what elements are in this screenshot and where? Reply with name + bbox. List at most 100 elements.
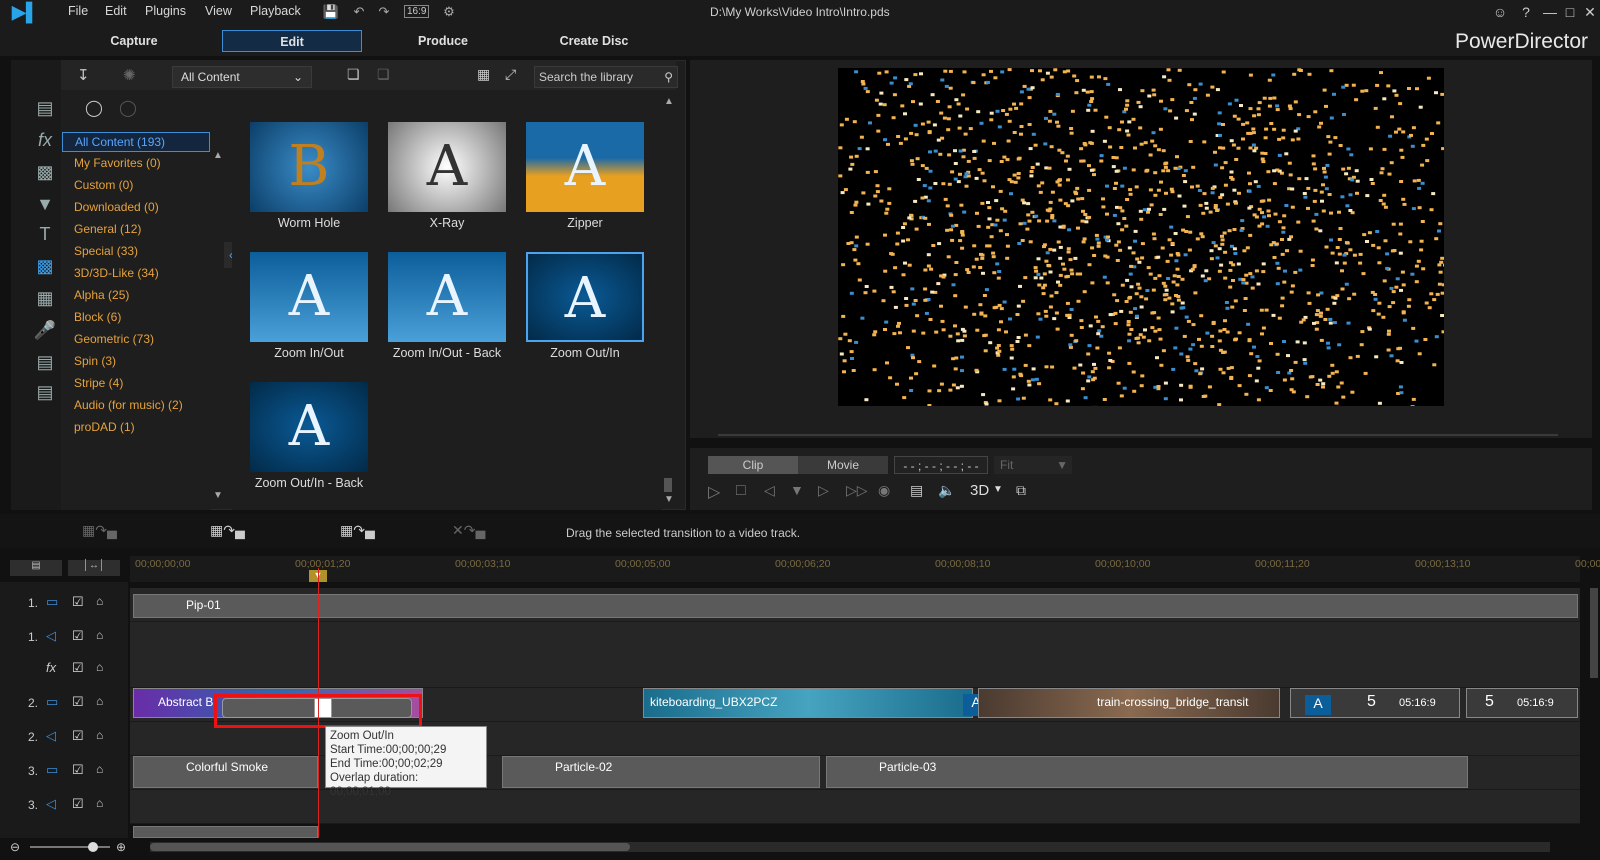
horizontal-scrollbar[interactable] <box>150 842 1550 852</box>
category-item[interactable]: Geometric (73) <box>62 330 210 350</box>
expand-icon[interactable]: ⤢ <box>505 66 516 83</box>
app-logo-icon[interactable]: ▶▌ <box>12 2 52 24</box>
menu-edit[interactable]: Edit <box>105 4 127 18</box>
stop-icon[interactable]: □ <box>736 482 746 500</box>
track4-clip[interactable] <box>133 826 318 838</box>
save-icon[interactable]: 💾 <box>322 4 340 20</box>
transition-thumbnail[interactable]: A <box>388 122 506 212</box>
maximize-icon[interactable]: □ <box>1560 4 1580 22</box>
transition-thumbnail[interactable]: A <box>526 252 644 342</box>
import-media-icon[interactable]: ↧ <box>77 66 90 84</box>
pip-room-icon[interactable]: ▩ <box>33 162 57 184</box>
split-icon[interactable]: ▼ <box>790 482 804 498</box>
transition-thumbnail[interactable]: A <box>250 382 368 472</box>
preview-seek-bar[interactable] <box>718 434 1558 436</box>
transition-thumbnail[interactable]: A <box>388 252 506 342</box>
video-preview[interactable] <box>838 68 1447 409</box>
category-item[interactable]: General (12) <box>62 220 210 240</box>
category-item[interactable]: My Favorites (0) <box>62 154 210 174</box>
minimize-icon[interactable]: — <box>1540 4 1560 22</box>
library-search-input[interactable]: Search the library ⚲ <box>534 66 678 88</box>
train-clip[interactable]: train-crossing_bridge_transit <box>978 688 1280 718</box>
voiceover-mic-icon[interactable]: 🎤 <box>33 320 57 342</box>
particle-03-clip[interactable]: Particle-03 <box>826 756 1468 788</box>
chevron-down-icon[interactable]: ▼ <box>993 484 1003 495</box>
category-item[interactable]: Spin (3) <box>62 352 210 372</box>
pip-clip[interactable]: Pip-01 <box>133 594 1578 618</box>
particle-02-clip[interactable]: Particle-02 <box>502 756 820 788</box>
tab-produce[interactable]: Produce <box>373 30 513 52</box>
apply-icon[interactable]: ❏ <box>377 66 390 83</box>
tag-remove-icon[interactable]: ◯ <box>119 98 137 118</box>
previous-frame-icon[interactable]: ◁ <box>764 482 775 499</box>
movie-mode-button[interactable]: Movie <box>798 456 888 474</box>
category-item[interactable]: All Content (193) <box>62 132 210 152</box>
media-room-icon[interactable]: ▤ <box>33 98 57 120</box>
tab-capture[interactable]: Capture <box>64 30 204 52</box>
zoom-in-icon[interactable]: ⊕ <box>116 840 126 854</box>
fast-forward-icon[interactable]: ▷▷ <box>846 482 868 499</box>
add-item-icon[interactable]: ❏ <box>347 66 360 83</box>
plugin-icon[interactable]: ✺ <box>123 66 136 84</box>
audio-mixing-icon[interactable]: ▦ <box>33 288 57 310</box>
fit-zoom-select[interactable]: Fit ▼ <box>994 456 1072 474</box>
tab-edit[interactable]: Edit <box>222 30 362 52</box>
track-enable-checkbox[interactable]: ☑ <box>72 660 84 676</box>
lock-icon[interactable]: ⌂ <box>96 796 103 810</box>
subtitle-icon[interactable]: ▤ <box>910 482 923 499</box>
modify-icon[interactable]: ▦↷▄ <box>82 522 117 539</box>
zoom-slider[interactable] <box>30 842 110 852</box>
fix-enhance-icon[interactable]: ▦↷▄ <box>340 522 375 539</box>
particle-room-icon[interactable]: ▼ <box>33 194 57 216</box>
category-item[interactable]: Custom (0) <box>62 176 210 196</box>
help-icon[interactable]: ? <box>1516 4 1536 22</box>
vertical-scrollbar[interactable] <box>1590 588 1598 678</box>
track-enable-checkbox[interactable]: ☑ <box>72 796 84 812</box>
menu-playback[interactable]: Playback <box>250 4 301 18</box>
tab-create-disc[interactable]: Create Disc <box>524 30 664 52</box>
fx-room-icon[interactable]: fx <box>33 130 57 152</box>
menu-file[interactable]: File <box>68 4 88 18</box>
grid-scrollbar[interactable]: ▲ ▼ <box>664 96 674 506</box>
track-enable-checkbox[interactable]: ☑ <box>72 694 84 710</box>
aspect-ratio-select[interactable]: 16:9 <box>404 5 430 18</box>
category-item[interactable]: Audio (for music) (2) <box>62 396 210 416</box>
lock-icon[interactable]: ⌂ <box>96 694 103 708</box>
lock-icon[interactable]: ⌂ <box>96 728 103 742</box>
category-item[interactable]: Downloaded (0) <box>62 198 210 218</box>
category-item[interactable]: Stripe (4) <box>62 374 210 394</box>
trim-icon[interactable]: ✕↷▄ <box>452 522 485 539</box>
timeline-track[interactable] <box>130 622 1580 656</box>
undo-icon[interactable]: ↶ <box>350 4 368 20</box>
transition-thumbnail[interactable]: A <box>250 252 368 342</box>
countdown-clip-2[interactable]: 5 05:16:9 <box>1466 688 1578 718</box>
category-item[interactable]: Block (6) <box>62 308 210 328</box>
tag-add-icon[interactable]: ◯ <box>85 98 103 118</box>
category-item[interactable]: 3D/3D-Like (34) <box>62 264 210 284</box>
transition-room-icon[interactable]: ▩ <box>33 256 57 278</box>
keyframe-icon[interactable]: ▦↷▄ <box>210 522 245 539</box>
grid-view-icon[interactable]: ▦ <box>477 66 490 83</box>
colorful-smoke-clip[interactable]: Colorful Smoke <box>133 756 318 788</box>
track-enable-checkbox[interactable]: ☑ <box>72 762 84 778</box>
subtitle-room-icon[interactable]: ▤ <box>33 382 57 404</box>
kiteboarding-clip[interactable]: kiteboarding_UBX2PCZ <box>643 688 973 718</box>
track-enable-checkbox[interactable]: ☑ <box>72 594 84 610</box>
zoom-out-icon[interactable]: ⊖ <box>10 840 20 854</box>
clip-mode-button[interactable]: Clip <box>708 456 798 474</box>
content-filter-select[interactable]: All Content ⌄ <box>172 66 312 88</box>
category-scrollbar[interactable]: ▲ ▼ <box>213 150 223 501</box>
close-icon[interactable]: ✕ <box>1580 4 1600 22</box>
menu-view[interactable]: View <box>205 4 232 18</box>
track-manager-button[interactable]: ▤ <box>10 560 62 576</box>
category-item[interactable]: proDAD (1) <box>62 418 210 438</box>
timecode-display[interactable]: - - ; - - ; - - ; - - <box>894 456 988 474</box>
transition-thumbnail[interactable]: B <box>250 122 368 212</box>
lock-icon[interactable]: ⌂ <box>96 660 103 674</box>
track-enable-checkbox[interactable]: ☑ <box>72 728 84 744</box>
timeline-track[interactable] <box>130 654 1580 688</box>
fit-timeline-button[interactable]: │↔│ <box>68 560 120 576</box>
transition-thumbnail[interactable]: A <box>526 122 644 212</box>
snapshot-camera-icon[interactable]: ◉ <box>878 482 890 499</box>
chapter-room-icon[interactable]: ▤ <box>33 352 57 374</box>
